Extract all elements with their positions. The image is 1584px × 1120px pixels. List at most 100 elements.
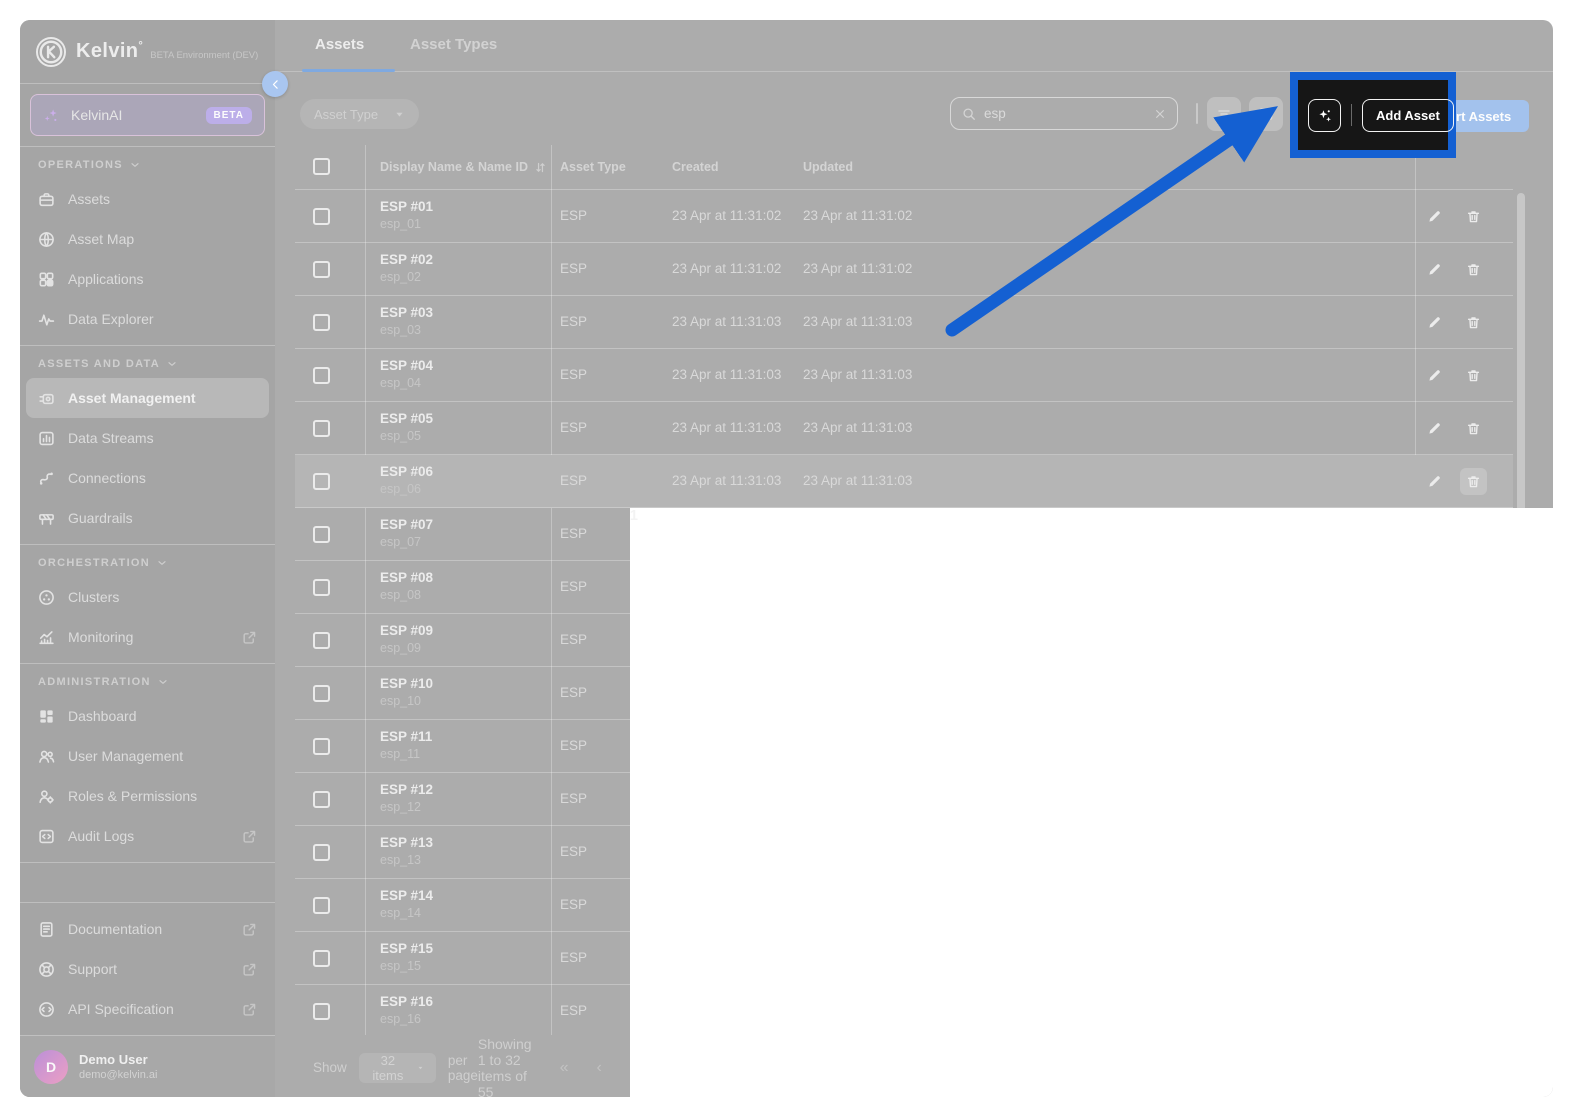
sidebar-item-roles-permissions[interactable]: Roles & Permissions — [20, 776, 275, 816]
sidebar-item-asset-management[interactable]: Asset Management — [26, 378, 269, 418]
asset-display-name[interactable]: ESP #11 — [380, 729, 432, 744]
select-all-checkbox[interactable] — [313, 158, 330, 175]
sidebar-item-clusters[interactable]: Clusters — [20, 577, 275, 617]
edit-asset-button[interactable] — [1421, 309, 1448, 336]
column-header-name[interactable]: Display Name & Name ID — [380, 160, 547, 174]
delete-asset-button[interactable] — [1460, 203, 1487, 230]
tab-asset-types[interactable]: Asset Types — [410, 36, 497, 53]
table-row-esp-01[interactable]: ESP #01 esp_01 ESP 23 Apr at 11:31:02 23… — [295, 190, 1513, 243]
row-checkbox[interactable] — [313, 473, 330, 490]
row-checkbox[interactable] — [313, 1003, 330, 1020]
sidebar-item-applications[interactable]: Applications — [20, 259, 275, 299]
row-checkbox[interactable] — [313, 420, 330, 437]
table-row-esp-02[interactable]: ESP #02 esp_02 ESP 23 Apr at 11:31:02 23… — [295, 243, 1513, 296]
row-checkbox[interactable] — [313, 632, 330, 649]
asset-display-name[interactable]: ESP #10 — [380, 676, 433, 691]
asset-display-name[interactable]: ESP #12 — [380, 782, 433, 797]
per-page-dropdown[interactable]: 32 items — [358, 1052, 436, 1083]
sidebar-section-header-administration[interactable]: ADMINISTRATION — [20, 664, 275, 696]
asset-display-name[interactable]: ESP #09 — [380, 623, 433, 638]
row-checkbox[interactable] — [313, 844, 330, 861]
row-actions — [1421, 468, 1487, 495]
row-checkbox[interactable] — [313, 897, 330, 914]
sidebar-item-monitoring[interactable]: Monitoring — [20, 617, 275, 657]
sidebar-section-header-operations[interactable]: OPERATIONS — [20, 147, 275, 179]
row-checkbox[interactable] — [313, 526, 330, 543]
edit-asset-button[interactable] — [1421, 415, 1448, 442]
edit-asset-button[interactable] — [1421, 362, 1448, 389]
delete-asset-button[interactable] — [1460, 468, 1487, 495]
asset-display-name[interactable]: ESP #05 — [380, 411, 433, 426]
row-checkbox[interactable] — [313, 208, 330, 225]
sidebar-section-header-assets-and-data[interactable]: ASSETS AND DATA — [20, 346, 275, 378]
row-checkbox[interactable] — [313, 314, 330, 331]
sidebar-item-api-specification[interactable]: API Specification — [20, 989, 275, 1029]
sidebar-item-asset-map[interactable]: Asset Map — [20, 219, 275, 259]
sidebar-section: OPERATIONS Assets Asset Map Applications… — [20, 147, 275, 346]
row-checkbox[interactable] — [313, 579, 330, 596]
row-checkbox[interactable] — [313, 261, 330, 278]
asset-display-name[interactable]: ESP #06 — [380, 464, 433, 479]
row-checkbox[interactable] — [313, 950, 330, 967]
active-tab-underline — [302, 69, 395, 72]
asset-display-name[interactable]: ESP #14 — [380, 888, 433, 903]
row-checkbox[interactable] — [313, 367, 330, 384]
add-asset-button[interactable]: Add Asset — [1362, 98, 1454, 132]
first-page-button[interactable]: « — [560, 1059, 569, 1077]
trash-icon — [1466, 315, 1481, 330]
sidebar-item-connections[interactable]: Connections — [20, 458, 275, 498]
sidebar-item-user-management[interactable]: User Management — [20, 736, 275, 776]
row-checkbox[interactable] — [313, 738, 330, 755]
delete-asset-button[interactable] — [1460, 256, 1487, 283]
edit-asset-button[interactable] — [1421, 468, 1448, 495]
row-checkbox[interactable] — [313, 685, 330, 702]
sidebar-collapse-button[interactable] — [262, 71, 288, 97]
sidebar-item-audit-logs[interactable]: Audit Logs — [20, 816, 275, 856]
asset-display-name[interactable]: ESP #03 — [380, 305, 433, 320]
delete-asset-button[interactable] — [1460, 362, 1487, 389]
sidebar-section-header-orchestration[interactable]: ORCHESTRATION — [20, 545, 275, 577]
asset-name-id: esp_02 — [380, 270, 422, 284]
asset-display-name[interactable]: ESP #15 — [380, 941, 433, 956]
search-value[interactable]: esp — [984, 106, 1146, 121]
clear-search-icon[interactable] — [1154, 108, 1166, 120]
name-cell: ESP #05 esp_05 — [380, 411, 433, 443]
toolbar-icon-button-2[interactable] — [1249, 97, 1283, 131]
sidebar-item-data-streams[interactable]: Data Streams — [20, 418, 275, 458]
asset-display-name[interactable]: ESP #13 — [380, 835, 433, 850]
updated-cell: 23 Apr at 11:31:03 — [803, 314, 913, 329]
sidebar-item-kelvinai[interactable]: KelvinAI BETA — [30, 94, 265, 136]
sidebar-item-guardrails[interactable]: Guardrails — [20, 498, 275, 538]
asset-display-name[interactable]: ESP #02 — [380, 252, 433, 267]
row-checkbox[interactable] — [313, 791, 330, 808]
sidebar-item-dashboard[interactable]: Dashboard — [20, 696, 275, 736]
asset-display-name[interactable]: ESP #01 — [380, 199, 433, 214]
prev-page-button[interactable]: ‹ — [596, 1059, 601, 1077]
sidebar-item-support[interactable]: Support — [20, 949, 275, 989]
asset-type-cell: ESP — [560, 367, 588, 382]
tab-assets[interactable]: Assets — [315, 36, 364, 53]
asset-name-id: esp_15 — [380, 959, 422, 973]
sidebar-item-documentation[interactable]: Documentation — [20, 909, 275, 949]
toolbar-icon-button-1[interactable] — [1207, 97, 1241, 131]
ai-assistant-button[interactable] — [1308, 98, 1341, 132]
delete-asset-button[interactable] — [1460, 415, 1487, 442]
delete-asset-button[interactable] — [1460, 309, 1487, 336]
table-row-esp-06[interactable]: ESP #06 esp_06 ESP 23 Apr at 11:31:03 23… — [295, 455, 1513, 508]
search-input[interactable]: esp — [950, 97, 1178, 130]
edit-asset-button[interactable] — [1421, 203, 1448, 230]
sidebar-item-data-explorer[interactable]: Data Explorer — [20, 299, 275, 339]
table-row-esp-05[interactable]: ESP #05 esp_05 ESP 23 Apr at 11:31:03 23… — [295, 402, 1513, 455]
asset-display-name[interactable]: ESP #07 — [380, 517, 433, 532]
page-number-1[interactable]: 1 — [629, 507, 1553, 1097]
sidebar-item-assets[interactable]: Assets — [20, 179, 275, 219]
sort-icon[interactable] — [534, 161, 547, 174]
asset-display-name[interactable]: ESP #04 — [380, 358, 433, 373]
edit-asset-button[interactable] — [1421, 256, 1448, 283]
table-row-esp-03[interactable]: ESP #03 esp_03 ESP 23 Apr at 11:31:03 23… — [295, 296, 1513, 349]
table-row-esp-04[interactable]: ESP #04 esp_04 ESP 23 Apr at 11:31:03 23… — [295, 349, 1513, 402]
user-profile[interactable]: D Demo User demo@kelvin.ai — [20, 1035, 275, 1097]
asset-type-filter-dropdown[interactable]: Asset Type — [300, 99, 420, 129]
asset-display-name[interactable]: ESP #08 — [380, 570, 433, 585]
asset-display-name[interactable]: ESP #16 — [380, 994, 433, 1009]
